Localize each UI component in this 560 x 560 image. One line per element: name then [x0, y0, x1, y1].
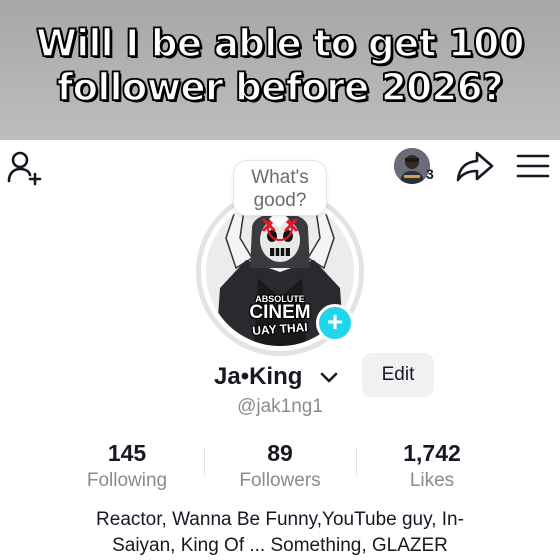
followers-stat[interactable]: 89 Followers — [215, 438, 345, 494]
share-icon[interactable] — [455, 148, 495, 184]
followers-label: Followers — [239, 470, 321, 491]
profile-bio: Reactor, Wanna Be Funny,YouTube guy, In-… — [24, 507, 536, 559]
likes-count: 1,742 — [403, 440, 461, 466]
bio-line-2: Saiyan, King Of ... Something, GLAZER — [112, 535, 448, 556]
note-line-1: What's — [251, 167, 309, 188]
note-line-2: good? — [253, 190, 307, 211]
caption-banner: Will I be able to get 100 follower befor… — [0, 0, 560, 140]
caption-line-2: follower before 2026? — [56, 65, 504, 110]
display-name: Ja•King — [214, 363, 303, 390]
followers-count: 89 — [267, 440, 293, 466]
stat-divider — [356, 448, 357, 476]
likes-label: Likes — [409, 470, 455, 491]
bio-line-1: Reactor, Wanna Be Funny,YouTube guy, In- — [96, 509, 464, 530]
likes-stat[interactable]: 1,742 Likes — [367, 438, 497, 494]
display-name-row[interactable]: Ja•King — [214, 360, 338, 394]
menu-icon[interactable] — [515, 150, 551, 182]
caption-line-1: Will I be able to get 100 — [35, 21, 525, 66]
following-count: 145 — [107, 440, 147, 466]
note-bubble[interactable]: What's good? — [233, 160, 327, 216]
username: @jak1ng1 — [237, 396, 323, 417]
stat-divider — [204, 448, 205, 476]
add-user-icon[interactable] — [6, 148, 44, 186]
avatar[interactable] — [394, 148, 430, 184]
chevron-down-icon — [320, 372, 338, 383]
following-label: Following — [86, 470, 168, 491]
notification-count: 3 — [426, 166, 434, 182]
add-story-button[interactable]: + — [316, 304, 354, 342]
avatar-picture — [394, 148, 430, 184]
video-caption: Will I be able to get 100 follower befor… — [0, 21, 560, 110]
following-stat[interactable]: 145 Following — [62, 438, 192, 494]
edit-profile-button[interactable]: Edit — [362, 353, 434, 397]
